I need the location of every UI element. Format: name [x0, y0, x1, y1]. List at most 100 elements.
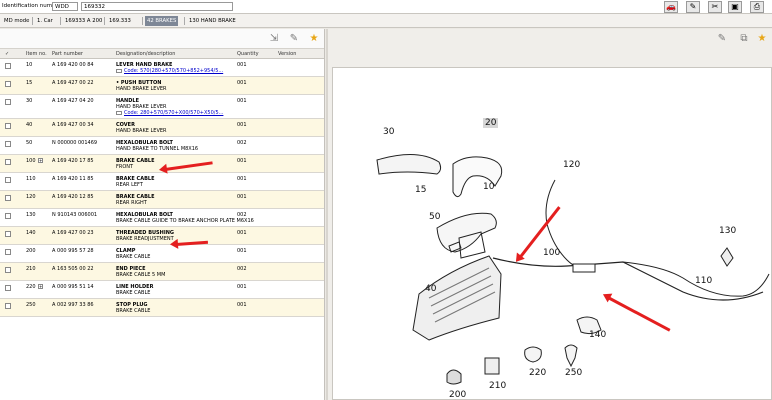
table-row[interactable]: 120 A 169 420 12 85 BRAKE CABLE REAR RIGHT 0… — [0, 191, 324, 209]
part-description: BRAKE CABLE — [116, 308, 151, 314]
row-checkbox[interactable] — [5, 285, 11, 291]
callout-110[interactable]: 110 — [695, 276, 712, 286]
part-number: A 169 420 11 85 — [52, 176, 94, 182]
row-checkbox[interactable] — [5, 195, 11, 201]
table-row[interactable]: 220 + A 000 995 51 14 LINE HOLDER BRAKE CABL… — [0, 281, 324, 299]
code-link[interactable]: Code: 280+570/570+X00/570+X50/5... — [124, 110, 223, 116]
table-row[interactable]: 210 A 163 505 00 22 END PIECE BRAKE CABLE 5… — [0, 263, 324, 281]
parts-table: 10 A 169 420 00 84 LEVER HAND BRAKE Code: 5… — [0, 59, 324, 317]
quantity: 001 — [237, 302, 247, 308]
part-description: HAND BRAKE LEVER — [116, 128, 167, 134]
part-number: A 169 420 17 85 — [52, 158, 94, 164]
row-checkbox[interactable] — [5, 141, 11, 147]
part-description: REAR LEFT — [116, 182, 143, 188]
part-number: A 000 995 51 14 — [52, 284, 94, 290]
callout-120[interactable]: 120 — [563, 160, 580, 170]
callout-50[interactable]: 50 — [429, 212, 440, 222]
callout-10[interactable]: 10 — [483, 182, 494, 192]
quantity: 001 — [237, 248, 247, 254]
row-checkbox[interactable] — [5, 231, 11, 237]
table-row[interactable]: 15 A 169 427 00 22 • PUSH BUTTON HAND BRAKE… — [0, 77, 324, 95]
favorite-star-icon[interactable]: ★ — [756, 33, 768, 45]
save-icon[interactable]: ▣ — [728, 1, 742, 13]
breadcrumb: MD mode 1. Car 169333 A 200 169.333 42 B… — [0, 14, 772, 28]
row-checkbox[interactable] — [5, 267, 11, 273]
page-icon[interactable]: ⧉ — [738, 33, 750, 45]
col-desc: Designation/description — [116, 51, 176, 57]
notes-icon[interactable]: ✎ — [288, 33, 300, 45]
callout-250[interactable]: 250 — [565, 368, 582, 378]
expand-icon[interactable]: + — [38, 284, 43, 289]
quantity: 002 — [237, 212, 247, 218]
item-number: 250 — [26, 302, 36, 308]
table-row[interactable]: 200 A 000 995 57 28 CLAMP BRAKE CABLE 001 — [0, 245, 324, 263]
callout-220[interactable]: 220 — [529, 368, 546, 378]
export-icon[interactable]: ⇲ — [268, 33, 280, 45]
breadcrumb-subgroup[interactable]: 130 HAND BRAKE — [187, 16, 238, 26]
quantity: 001 — [237, 80, 247, 86]
row-checkbox[interactable] — [5, 99, 11, 105]
callout-200[interactable]: 200 — [449, 390, 466, 399]
callout-15[interactable]: 15 — [415, 185, 426, 195]
quantity: 002 — [237, 140, 247, 146]
part-description: BRAKE CABLE GUIDE TO BRAKE ANCHOR PLATE … — [116, 218, 254, 224]
item-number: 40 — [26, 122, 33, 128]
favorite-star-icon[interactable]: ★ — [308, 33, 320, 45]
callout-130[interactable]: 130 — [719, 226, 736, 236]
edit-icon[interactable]: ✎ — [686, 1, 700, 13]
callout-140[interactable]: 140 — [589, 330, 606, 340]
table-row[interactable]: 10 A 169 420 00 84 LEVER HAND BRAKE Code: 5… — [0, 59, 324, 77]
part-number: A 163 505 00 22 — [52, 266, 94, 272]
vin-input[interactable]: 169332 — [81, 2, 233, 11]
breadcrumb-model[interactable]: 169333 A 200 — [63, 16, 104, 26]
row-checkbox[interactable] — [5, 159, 11, 165]
expand-icon[interactable]: + — [38, 158, 43, 163]
col-version: Version — [278, 51, 297, 57]
col-check: ✓ — [5, 51, 10, 57]
row-checkbox[interactable] — [5, 249, 11, 255]
code-icon — [116, 69, 122, 73]
quantity: 001 — [237, 158, 247, 164]
table-row[interactable]: 130 N 910143 006001 HEXALOBULAR BOLT BRAKE … — [0, 209, 324, 227]
table-row[interactable]: 40 A 169 427 00 34 COVER HAND BRAKE LEVER 00… — [0, 119, 324, 137]
table-row[interactable]: 110 A 169 420 11 85 BRAKE CABLE REAR LEFT 00… — [0, 173, 324, 191]
callout-210[interactable]: 210 — [489, 381, 506, 391]
quantity: 001 — [237, 122, 247, 128]
col-part: Part number — [52, 51, 83, 57]
item-number: 110 — [26, 176, 36, 182]
row-checkbox[interactable] — [5, 81, 11, 87]
col-item: Item no. — [26, 51, 47, 57]
breadcrumb-group[interactable]: 42 BRAKES — [145, 16, 179, 26]
table-row[interactable]: 30 A 169 427 04 20 HANDLE HAND BRAKE LEVER C… — [0, 95, 324, 119]
table-row[interactable]: 50 N 000000 001469 HEXALOBULAR BOLT HAND BR… — [0, 137, 324, 155]
edit-icon[interactable]: ✎ — [716, 33, 728, 45]
tools-icon[interactable]: ✂ — [708, 1, 722, 13]
row-checkbox[interactable] — [5, 177, 11, 183]
code-link[interactable]: Code: 570(280+570/570+852+954/5... — [124, 68, 223, 74]
part-number: N 910143 006001 — [52, 212, 98, 218]
callout-20[interactable]: 20 — [483, 118, 499, 128]
table-row[interactable]: 140 A 169 427 00 23 THREADED BUSHING BRAKE … — [0, 227, 324, 245]
vin-prefix-select[interactable]: WDD — [52, 2, 78, 11]
callout-100[interactable]: 100 — [543, 248, 560, 258]
code-icon — [116, 111, 122, 115]
callout-30[interactable]: 30 — [383, 127, 394, 137]
row-checkbox[interactable] — [5, 123, 11, 129]
parts-list-panel: ⇲ ✎ ★ ✓ Item no. Part number Designation… — [0, 29, 325, 400]
item-number: 130 — [26, 212, 36, 218]
part-number: A 002 997 33 86 — [52, 302, 94, 308]
breadcrumb-md-mode[interactable]: MD mode — [2, 16, 31, 26]
car-icon[interactable]: 🚗 — [664, 1, 678, 13]
callout-40[interactable]: 40 — [425, 284, 436, 294]
exploded-diagram[interactable]: 30 20 120 15 10 50 130 100 40 110 140 20… — [332, 67, 772, 400]
item-number: 140 — [26, 230, 36, 236]
print-icon[interactable]: ⎙ — [750, 1, 764, 13]
item-number: 100 — [26, 158, 36, 164]
row-checkbox[interactable] — [5, 213, 11, 219]
row-checkbox[interactable] — [5, 63, 11, 69]
table-row[interactable]: 250 A 002 997 33 86 STOP PLUG BRAKE CABLE 00… — [0, 299, 324, 317]
part-number: A 169 420 00 84 — [52, 62, 94, 68]
breadcrumb-type[interactable]: 169.333 — [107, 16, 133, 26]
breadcrumb-car[interactable]: 1. Car — [35, 16, 55, 26]
row-checkbox[interactable] — [5, 303, 11, 309]
